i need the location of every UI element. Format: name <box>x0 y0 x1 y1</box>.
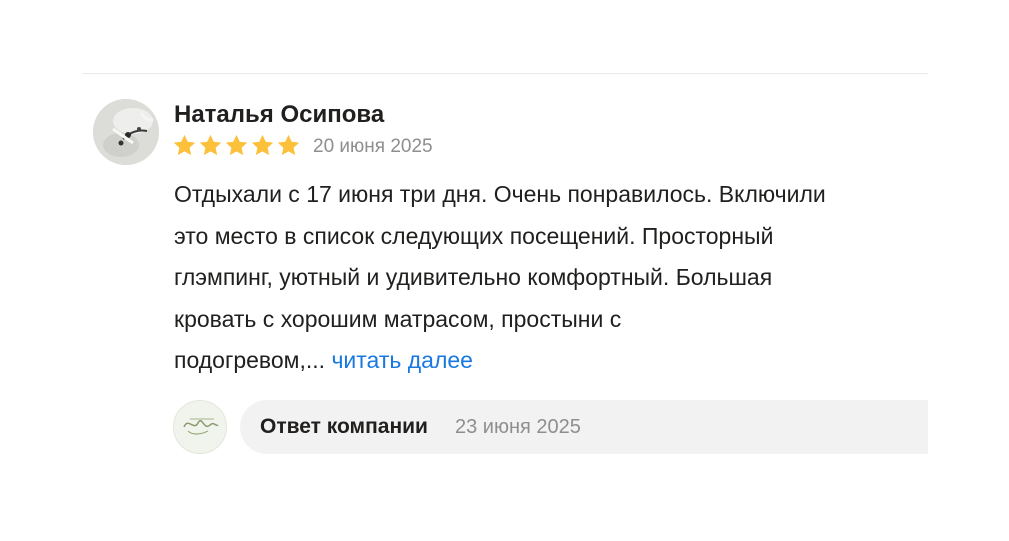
star-icon <box>251 134 274 156</box>
divider <box>82 73 928 74</box>
review-text-line: Отдыхали с 17 июня три дня. Очень понрав… <box>174 181 826 207</box>
review-text-last-line: подогревом,... читать далее <box>174 340 954 382</box>
company-reply-label: Ответ компании <box>260 415 428 438</box>
review-date: 20 июня 2025 <box>313 136 433 157</box>
star-icon <box>173 134 196 156</box>
author-name[interactable]: Наталья Осипова <box>174 101 384 129</box>
review-text: Отдыхали с 17 июня три дня. Очень понрав… <box>174 174 954 382</box>
star-icon <box>199 134 222 156</box>
star-icon <box>277 134 300 156</box>
read-more-link[interactable]: читать далее <box>331 347 473 373</box>
review-card: Наталья Осипова 20 июня 2025 Отдыхали с … <box>0 0 1009 541</box>
company-logo <box>173 400 227 454</box>
user-avatar[interactable] <box>93 99 159 165</box>
review-text-line: это место в список следующих посещений. … <box>174 222 774 249</box>
review-text-line: кровать с хорошим матрасом, простыни с <box>174 305 622 332</box>
company-reply-toggle[interactable]: Ответ компании 23 июня 2025 <box>240 400 928 454</box>
review-text-line: подогревом,... <box>174 347 326 373</box>
company-reply-date: 23 июня 2025 <box>455 416 581 438</box>
star-icon <box>225 134 248 156</box>
review-text-line: глэмпинг, уютный и удивительно комфортны… <box>174 264 773 290</box>
rating-stars <box>172 133 301 158</box>
